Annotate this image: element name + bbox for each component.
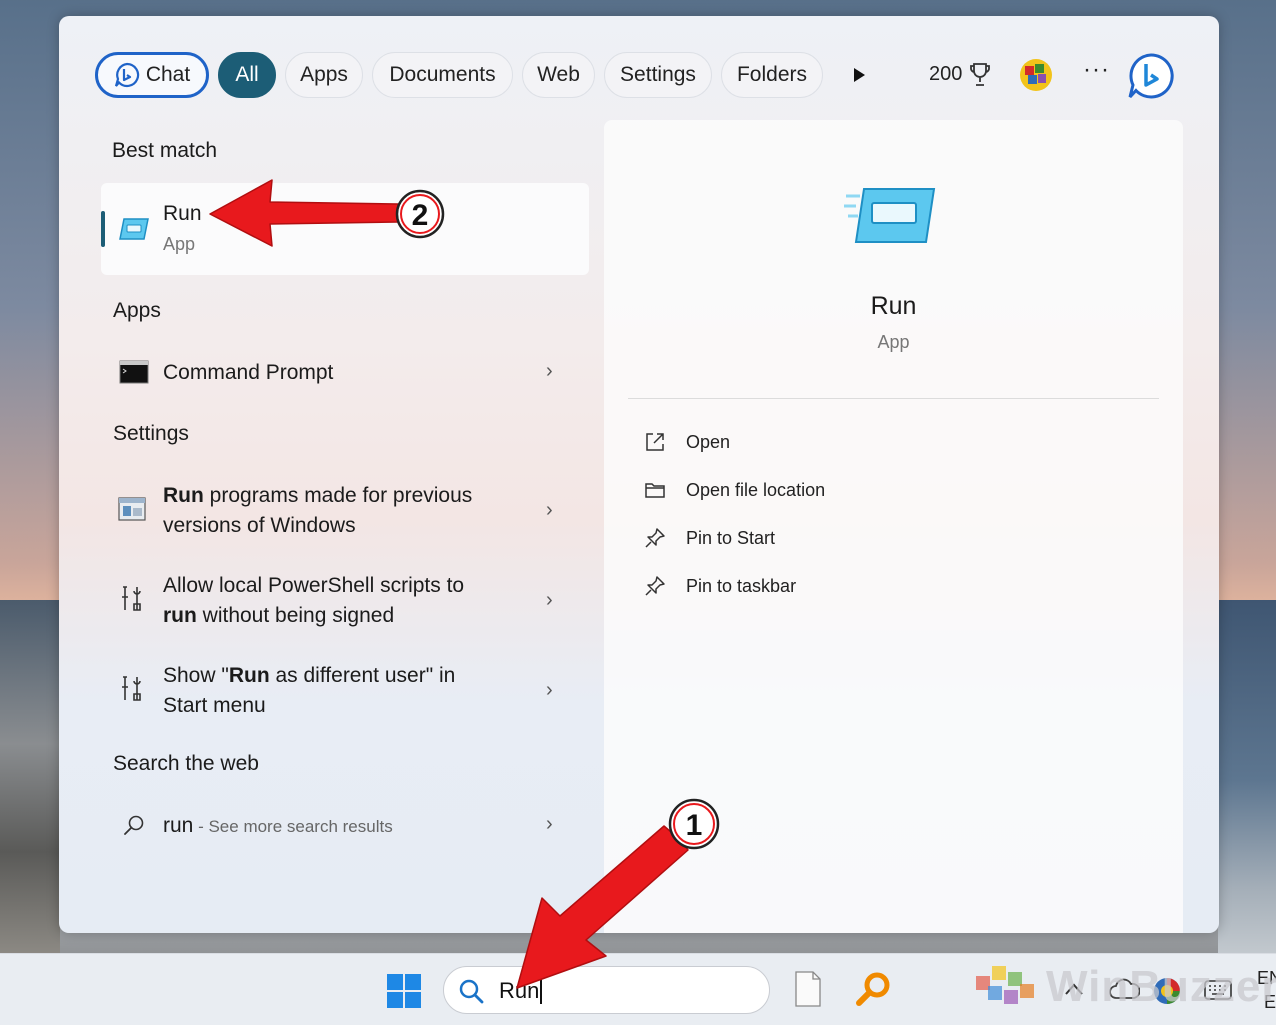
run-app-icon (119, 218, 149, 240)
desktop-wallpaper-right (1218, 600, 1276, 960)
run-app-large-icon (844, 188, 936, 243)
best-match-run-item[interactable]: Run App (101, 183, 589, 275)
chevron-right-icon[interactable]: › (546, 679, 553, 702)
pin-icon (645, 576, 665, 596)
web-filter-label: Web (537, 63, 580, 86)
preview-title: Run (870, 292, 917, 320)
pin-to-taskbar-action[interactable]: Pin to taskbar (644, 571, 796, 601)
search-web-heading: Search the web (113, 752, 259, 775)
preview-pane: Run App Open Open file location Pin to S… (604, 120, 1183, 933)
settings-heading: Settings (113, 422, 189, 445)
folders-filter-label: Folders (736, 63, 808, 86)
developer-tools-icon (122, 586, 141, 611)
command-prompt-item[interactable]: Command Prompt › (101, 346, 589, 398)
setting-run-compat-line2: versions of Windows (163, 514, 356, 537)
more-options-icon[interactable]: ··· (1083, 56, 1110, 84)
selection-accent (101, 211, 105, 247)
command-prompt-icon (119, 360, 149, 384)
apps-filter-button[interactable]: Apps (285, 52, 363, 98)
best-match-title: Run (163, 202, 202, 225)
chat-filter-button[interactable]: Chat (95, 52, 209, 98)
setting-run-as-user-line1: Show "Run as different user" in (163, 661, 455, 691)
folder-icon (645, 483, 665, 498)
developer-tools-icon (122, 676, 141, 701)
web-filter-button[interactable]: Web (522, 52, 595, 98)
bing-logo-icon[interactable] (1127, 52, 1175, 100)
web-search-item[interactable]: run - See more search results › (101, 800, 589, 852)
document-icon[interactable] (794, 971, 822, 1007)
rewards-points[interactable]: 200 (929, 63, 962, 86)
search-magnifier-app-icon[interactable] (856, 971, 892, 1007)
settings-filter-label: Settings (620, 63, 696, 86)
web-search-more: - See more search results (193, 817, 393, 836)
search-icon (124, 815, 144, 835)
more-filters-play-icon[interactable] (852, 67, 866, 83)
search-query-text: Run (499, 978, 543, 1004)
winbuzzer-logo-icon (976, 966, 1034, 1004)
user-avatar-icon[interactable] (1019, 58, 1053, 92)
rewards-trophy-icon[interactable] (969, 62, 991, 88)
apps-heading: Apps (113, 299, 161, 322)
open-file-location-label: Open file location (686, 479, 826, 500)
setting-powershell-line2: run without being signed (163, 601, 394, 631)
setting-run-as-user-pre: Show " (163, 664, 229, 687)
taskbar-search-input[interactable]: Run (443, 966, 770, 1014)
setting-run-as-user-post: as different user" in (269, 664, 456, 687)
setting-powershell-rest: without being signed (196, 604, 395, 627)
web-search-query: run (163, 814, 194, 837)
web-search-label: run - See more search results (163, 811, 393, 842)
chevron-right-icon[interactable]: › (546, 589, 553, 612)
winbuzzer-watermark: WinBuzzer (1046, 962, 1276, 1011)
chevron-right-icon[interactable]: › (546, 360, 553, 383)
pin-to-taskbar-label: Pin to taskbar (686, 575, 797, 596)
desktop-wallpaper-left (0, 600, 60, 960)
preview-subtitle: App (877, 332, 910, 352)
search-icon (459, 979, 484, 1004)
setting-powershell-bold: run (163, 604, 197, 627)
setting-run-as-user-bold: Run (228, 664, 270, 687)
open-file-location-action[interactable]: Open file location (644, 475, 825, 505)
start-search-panel: Chat All Apps Documents Web Settings Fol… (59, 16, 1219, 933)
pin-icon (645, 528, 665, 548)
documents-filter-label: Documents (389, 63, 496, 86)
setting-run-as-user-item[interactable]: Show "Run as different user" in Start me… (101, 651, 589, 731)
pin-to-start-label: Pin to Start (686, 527, 776, 548)
program-compatibility-icon (118, 497, 146, 521)
setting-run-compat-item[interactable]: Run programs made for previous versions … (101, 471, 589, 551)
chevron-right-icon[interactable]: › (546, 499, 553, 522)
setting-powershell-line1: Allow local PowerShell scripts to (163, 574, 465, 597)
setting-run-compat-bold: Run (163, 484, 204, 507)
setting-powershell-item[interactable]: Allow local PowerShell scripts to run wi… (101, 561, 589, 641)
open-action[interactable]: Open (644, 427, 730, 457)
chat-filter-label: Chat (145, 63, 191, 86)
all-filter-label: All (235, 63, 259, 86)
setting-run-compat-rest: programs made for previous (203, 484, 473, 507)
folders-filter-button[interactable]: Folders (721, 52, 823, 98)
apps-filter-label: Apps (300, 63, 348, 86)
documents-filter-button[interactable]: Documents (372, 52, 513, 98)
open-external-icon (646, 433, 664, 451)
bing-chat-icon (114, 62, 139, 88)
chevron-right-icon[interactable]: › (546, 813, 553, 836)
windows-start-icon[interactable] (386, 973, 422, 1009)
best-match-subtitle: App (163, 234, 196, 254)
setting-run-as-user-line2: Start menu (163, 694, 266, 717)
preview-divider (628, 398, 1159, 399)
settings-filter-button[interactable]: Settings (604, 52, 712, 98)
open-action-label: Open (686, 431, 731, 452)
setting-run-compat-line1: Run programs made for previous (163, 481, 472, 511)
all-filter-button[interactable]: All (218, 52, 276, 98)
search-filter-bar: Chat All Apps Documents Web Settings Fol… (95, 50, 1179, 100)
best-match-heading: Best match (112, 139, 218, 162)
command-prompt-label: Command Prompt (163, 361, 334, 384)
pin-to-start-action[interactable]: Pin to Start (644, 523, 775, 553)
